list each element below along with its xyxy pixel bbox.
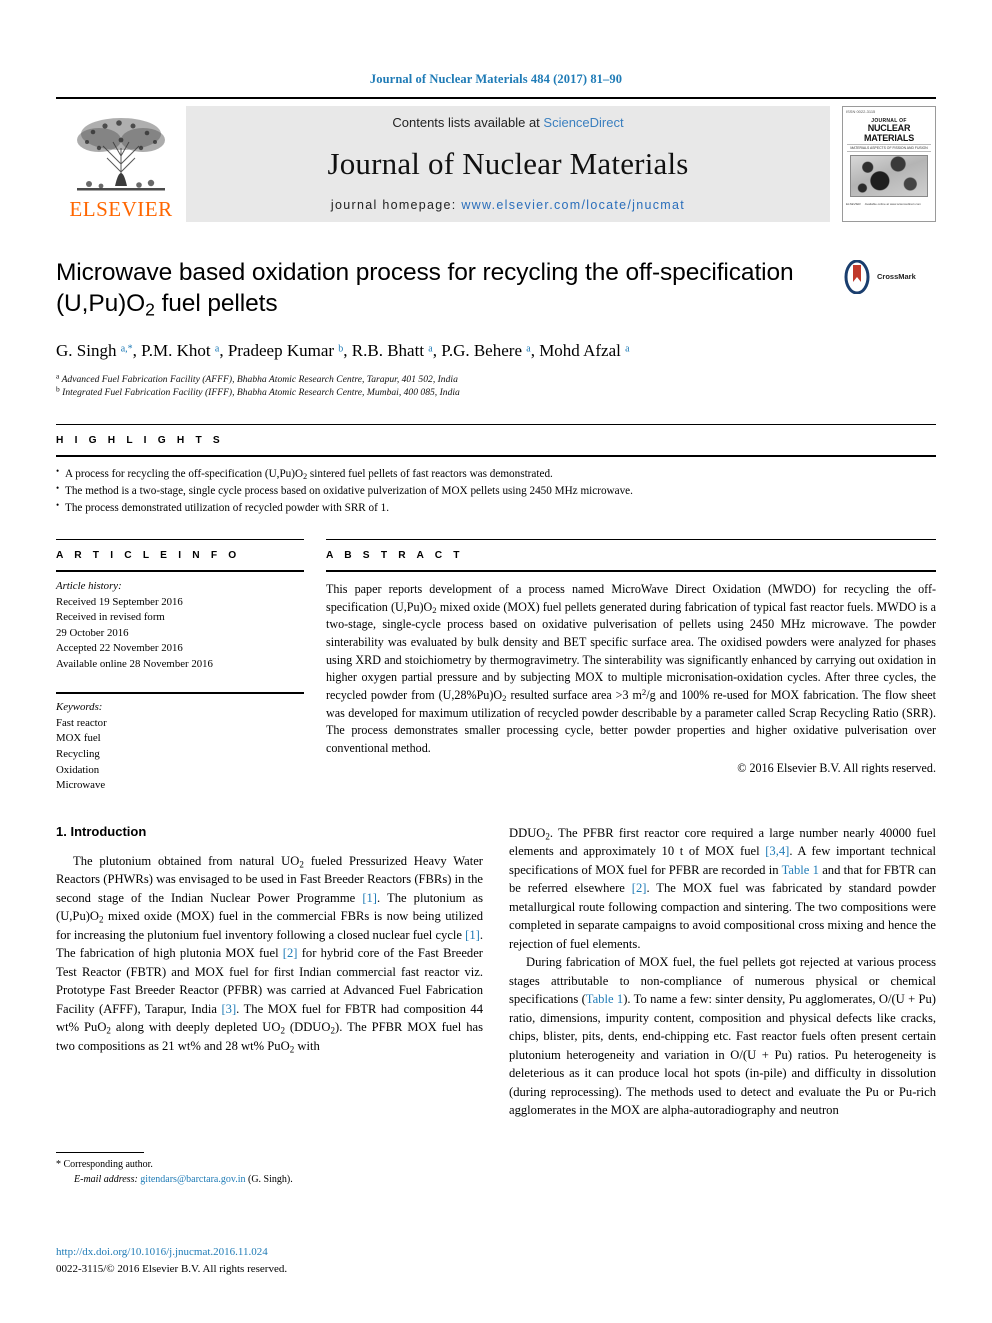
highlights-list: A process for recycling the off-specific… [56,457,936,517]
email-link[interactable]: gitendars@barctara.gov.in [140,1174,245,1185]
keyword-item: Oxidation [56,763,100,776]
elsevier-wordmark: ELSEVIER [69,197,173,221]
intro-paragraph-right-1: DDUO2. The PFBR first reactor core requi… [509,825,936,951]
highlights-section: H I G H L I G H T S A process for recycl… [56,424,936,517]
email-label: E-mail address: [74,1173,138,1185]
journal-cover-thumbnail: ISSN 0022-3115 JOURNAL OF NUCLEAR MATERI… [842,106,936,222]
affiliation-2: b Integrated Fuel Fabrication Facility (… [56,385,460,399]
cover-micrograph-image [850,155,928,198]
cover-footer-right: Available online at www.sciencedirect.co… [864,202,921,207]
homepage-url-link[interactable]: www.elsevier.com/locate/jnucmat [461,198,685,212]
cover-footer: ELSEVIER Available online at www.science… [843,200,935,221]
keyword-item: Microwave [56,779,106,792]
elsevier-tree-icon [77,118,165,191]
list-item: The process demonstrated utilization of … [56,499,936,517]
history-line: Received 19 September 2016 [56,595,183,608]
history-line: Available online 28 November 2016 [56,657,213,670]
title-block: Microwave based oxidation process for re… [56,258,936,320]
abstract-text: This paper reports development of a proc… [326,582,936,755]
footnote-block: * Corresponding author. E-mail address: … [56,1152,476,1187]
intro-paragraph-left: The plutonium obtained from natural UO2 … [56,853,484,1054]
contents-available-line: Contents lists available at ScienceDirec… [392,115,623,130]
citation-link[interactable]: [2] [632,881,647,895]
citation-link[interactable]: [3] [221,1002,236,1016]
article-info-heading: A R T I C L E I N F O [56,550,241,562]
homepage-prefix: journal homepage: [330,198,462,212]
history-line: Received in revised form [56,611,165,624]
cover-band-line2: NUCLEAR MATERIALS [863,123,915,143]
citation-link[interactable]: [1] [465,928,480,942]
citation-link[interactable]: [2] [283,946,298,960]
abstract-copyright: © 2016 Elsevier B.V. All rights reserved… [737,760,936,775]
abstract-heading: A B S T R A C T [326,550,464,562]
keyword-item: Recycling [56,748,100,760]
table-reference-link[interactable]: Table 1 [586,992,623,1006]
keywords-label: Keywords: [56,701,103,714]
issn-copyright: 0022-3115/© 2016 Elsevier B.V. All right… [56,1262,288,1275]
citation-link[interactable]: [3,4] [765,844,789,858]
list-item: The method is a two-stage, single cycle … [56,482,936,500]
email-note: E-mail address: gitendars@barctara.gov.i… [56,1173,476,1188]
body-column-left: 1. Introduction The plutonium obtained f… [56,824,483,1120]
doi-link[interactable]: http://dx.doi.org/10.1016/j.jnucmat.2016… [56,1244,287,1261]
article-history-label: Article history: [56,580,122,593]
elsevier-logo: ELSEVIER [56,106,186,222]
footnote-rule [56,1152,144,1153]
history-line: Accepted 22 November 2016 [56,642,183,655]
info-abstract-row: A R T I C L E I N F O Article history: R… [56,539,936,794]
body-column-right: DDUO2. The PFBR first reactor core requi… [509,824,936,1120]
affiliation-1: a Advanced Fuel Fabrication Facility (AF… [56,371,458,385]
paper-page: Journal of Nuclear Materials 484 (2017) … [0,0,992,1323]
list-item: A process for recycling the off-specific… [56,465,936,483]
keyword-item: Fast reactor [56,716,107,729]
body-columns: 1. Introduction The plutonium obtained f… [56,824,936,1120]
masthead-center: Contents lists available at ScienceDirec… [186,106,830,222]
history-line: 29 October 2016 [56,626,129,639]
section-title-introduction: 1. Introduction [56,823,147,839]
sciencedirect-link[interactable]: ScienceDirect [543,115,623,130]
highlights-heading: H I G H L I G H T S [56,435,224,447]
crossmark-label: CrossMark [877,272,916,282]
keywords-top-rule [56,692,304,695]
keywords-block: Keywords: Fast reactor MOX fuel Recyclin… [56,685,304,793]
email-suffix: (G. Singh). [247,1173,293,1185]
cover-band-sub: MATERIALS ASPECTS OF FISSION AND FUSION [847,144,931,153]
running-head: Journal of Nuclear Materials 484 (2017) … [369,72,623,86]
article-info-column: A R T I C L E I N F O Article history: R… [56,539,304,794]
journal-title: Journal of Nuclear Materials [327,146,689,181]
citation-link[interactable]: [1] [362,891,377,905]
journal-homepage-line: journal homepage: www.elsevier.com/locat… [331,198,685,212]
journal-masthead: ELSEVIER Contents lists available at Sci… [56,97,936,222]
article-history-block: Article history: Received 19 September 2… [56,572,304,672]
crossmark-badge[interactable]: CrossMark [840,260,936,294]
corresponding-author-note: * Corresponding author. [56,1159,153,1170]
footer-block: http://dx.doi.org/10.1016/j.jnucmat.2016… [56,1244,287,1277]
table-reference-link[interactable]: Table 1 [782,863,819,877]
author-list: G. Singh a,*, P.M. Khot a, Pradeep Kumar… [56,340,630,360]
page-title: Microwave based oxidation process for re… [56,259,794,320]
keyword-item: MOX fuel [56,732,101,745]
intro-paragraph-right-2: During fabrication of MOX fuel, the fuel… [509,955,936,1118]
cover-footer-left: ELSEVIER [846,202,861,207]
contents-prefix: Contents lists available at [392,115,544,130]
crossmark-icon [844,260,870,294]
abstract-column: A B S T R A C T This paper reports devel… [326,539,936,794]
